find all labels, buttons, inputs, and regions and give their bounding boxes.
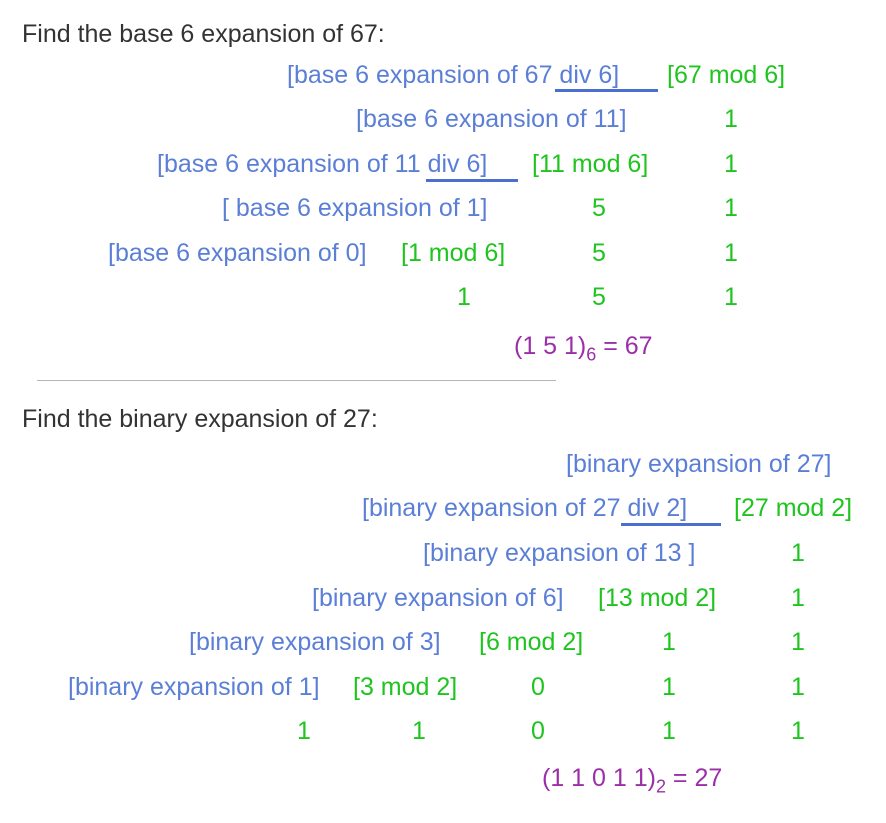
mod-term: [13 mod 2] bbox=[598, 584, 717, 612]
expansion-expression: [binary expansion of 27] bbox=[566, 450, 832, 478]
result-value: = 67 bbox=[596, 332, 653, 360]
result-base: 6 bbox=[586, 344, 597, 365]
expansion-expression: [binary expansion of 1] bbox=[68, 673, 320, 701]
div-term: 27 div 2 bbox=[592, 494, 681, 522]
digit-d2: 1 bbox=[457, 283, 471, 311]
digit-d0: 1 bbox=[791, 584, 805, 612]
expansion-expression: [base 6 expansion of 0] bbox=[108, 239, 367, 267]
div-term: 11 div 6 bbox=[394, 150, 481, 178]
result-base: 2 bbox=[655, 776, 666, 797]
div-term: 67 div 6 bbox=[524, 61, 613, 89]
result-equation: (1 5 1)6 = 67 bbox=[514, 331, 653, 365]
expansion-expression: [binary expansion of 3] bbox=[189, 628, 441, 656]
digit-d0: 1 bbox=[724, 105, 738, 133]
problem1-heading: Find the base 6 expansion of 67: bbox=[22, 20, 385, 48]
mod-term: [3 mod 2] bbox=[353, 673, 458, 701]
expression-prefix: [base 6 expansion of bbox=[287, 61, 525, 89]
mod-term: [6 mod 2] bbox=[479, 628, 584, 656]
digit-d0: 1 bbox=[791, 717, 805, 745]
div-underline bbox=[555, 89, 658, 92]
digit-d1: 1 bbox=[662, 628, 676, 656]
div-underline bbox=[621, 523, 721, 526]
expression-close: ] bbox=[612, 61, 620, 89]
digit-d1: 5 bbox=[592, 194, 606, 222]
digit-d1: 5 bbox=[592, 283, 606, 311]
digit-d3: 1 bbox=[412, 717, 426, 745]
section-divider bbox=[37, 380, 556, 381]
result-equation: (1 1 0 1 1)2 = 27 bbox=[542, 763, 723, 797]
expansion-expression: [base 6 expansion of 67 div 6] bbox=[287, 60, 619, 90]
mod-term: [1 mod 6] bbox=[401, 239, 506, 267]
digit-d0: 1 bbox=[724, 150, 738, 178]
digit-d0: 1 bbox=[724, 194, 738, 222]
digit-d0: 1 bbox=[724, 283, 738, 311]
result-digits: (1 5 1) bbox=[514, 332, 587, 360]
digit-d4: 1 bbox=[297, 717, 311, 745]
expansion-expression: [base 6 expansion of 11 div 6] bbox=[157, 149, 487, 179]
problem2-heading: Find the binary expansion of 27: bbox=[22, 405, 378, 433]
digit-d1: 1 bbox=[662, 717, 676, 745]
expansion-expression: [binary expansion of 6] bbox=[312, 584, 564, 612]
digit-d0: 1 bbox=[791, 539, 805, 567]
expansion-expression: [binary expansion of 13 ] bbox=[423, 539, 696, 567]
digit-d2: 0 bbox=[531, 673, 545, 701]
expansion-expression: [ base 6 expansion of 1] bbox=[222, 194, 488, 222]
expansion-expression: [binary expansion of 27 div 2] bbox=[362, 493, 687, 523]
mod-term: [11 mod 6] bbox=[532, 150, 649, 178]
expansion-expression: [base 6 expansion of 11] bbox=[356, 105, 627, 133]
expression-prefix: [binary expansion of bbox=[362, 494, 593, 522]
result-digits: (1 1 0 1 1) bbox=[542, 764, 656, 792]
expression-close: ] bbox=[480, 150, 488, 178]
digit-d1: 5 bbox=[592, 239, 606, 267]
result-value: = 27 bbox=[665, 764, 723, 792]
digit-d0: 1 bbox=[724, 239, 738, 267]
mod-term: [67 mod 6] bbox=[667, 61, 786, 89]
digit-d2: 0 bbox=[531, 717, 545, 745]
expression-prefix: [base 6 expansion of bbox=[157, 150, 395, 178]
digit-d0: 1 bbox=[791, 673, 805, 701]
div-underline bbox=[426, 179, 518, 182]
digit-d1: 1 bbox=[662, 673, 676, 701]
digit-d0: 1 bbox=[791, 628, 805, 656]
mod-term: [27 mod 2] bbox=[734, 494, 853, 522]
expression-close: ] bbox=[680, 494, 688, 522]
